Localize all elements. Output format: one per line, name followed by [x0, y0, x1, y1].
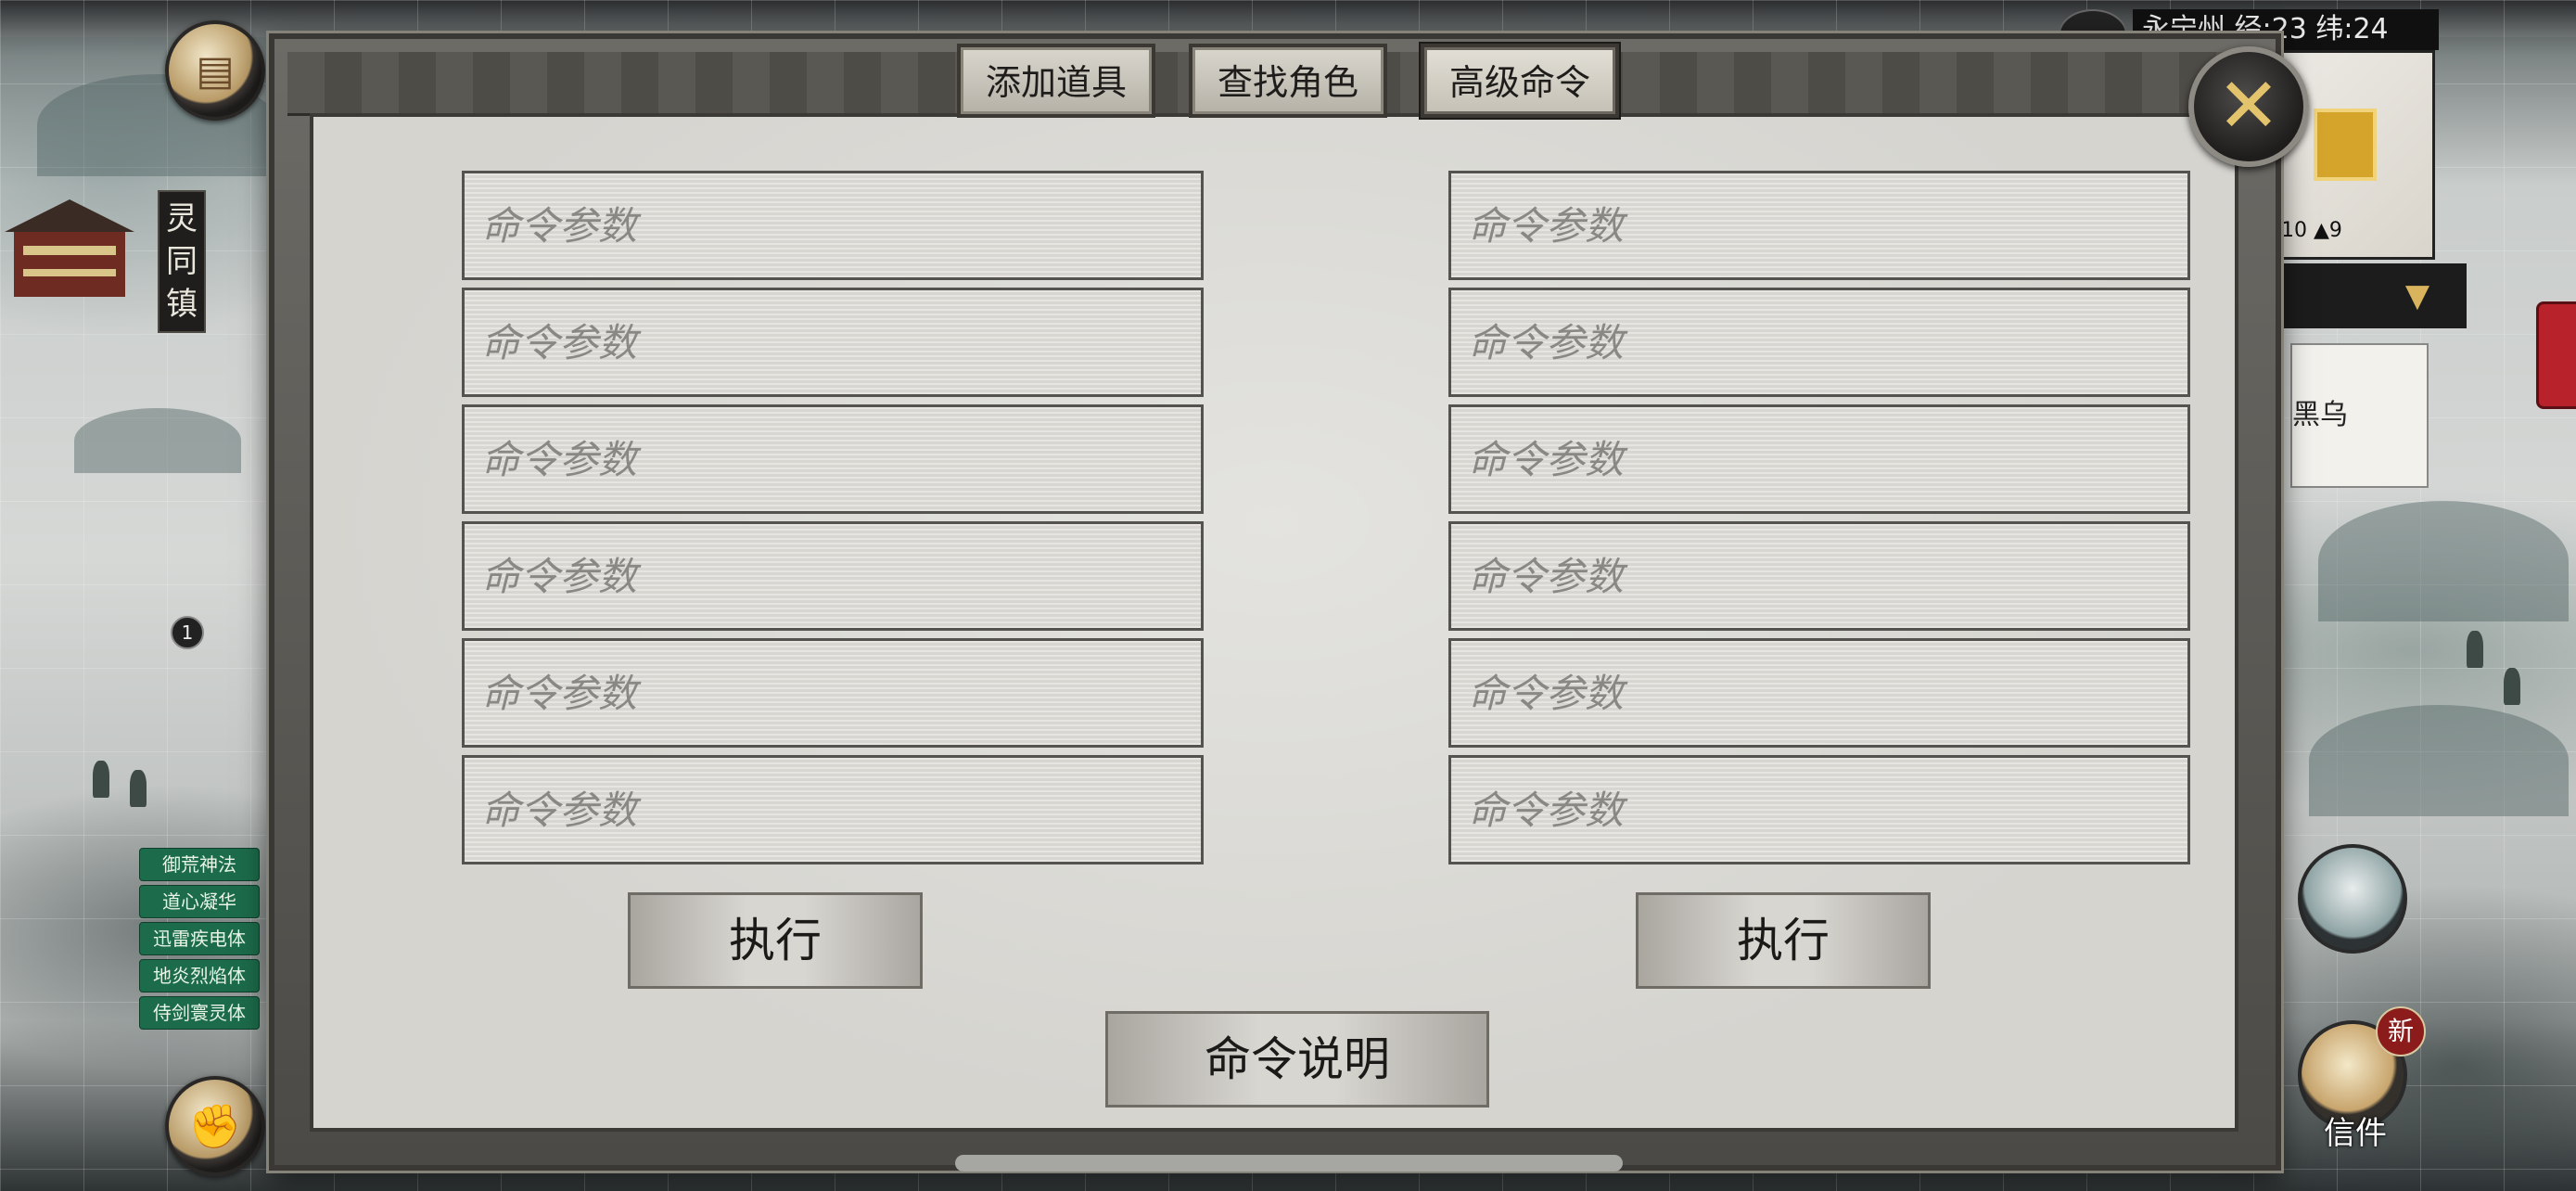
skill-item[interactable]: 道心凝华 [139, 885, 260, 918]
fox-icon[interactable] [2298, 844, 2407, 954]
tree [2504, 668, 2520, 705]
command-param-input-right-4[interactable] [1448, 521, 2190, 631]
command-param-input-right-5[interactable] [1448, 638, 2190, 748]
tab-advanced-command[interactable]: 高级命令 [1421, 44, 1619, 118]
execute-right-button[interactable]: 执行 [1636, 892, 1931, 989]
execute-left-button[interactable]: 执行 [628, 892, 923, 989]
tab-find-character[interactable]: 查找角色 [1189, 44, 1387, 118]
close-icon: ✕ [2216, 62, 2281, 150]
quest-book-icon[interactable] [2536, 301, 2576, 409]
command-param-input-left-2[interactable] [462, 288, 1204, 397]
close-button[interactable]: ✕ [2188, 46, 2309, 167]
skill-item[interactable]: 御荒神法 [139, 848, 260, 881]
mountain [2318, 501, 2569, 621]
minimap-stats: 10 ▲9 [2281, 219, 2342, 242]
tree [93, 761, 109, 798]
command-param-input-right-2[interactable] [1448, 288, 2190, 397]
skill-item[interactable]: 迅雷疾电体 [139, 922, 260, 955]
skill-list: 御荒神法 道心凝华 迅雷疾电体 地炎烈焰体 侍剑寰灵体 [139, 848, 260, 1033]
combat-button[interactable]: ✊ [165, 1076, 265, 1176]
command-param-input-left-6[interactable] [462, 755, 1204, 864]
command-param-input-right-1[interactable] [1448, 171, 2190, 280]
command-param-input-left-5[interactable] [462, 638, 1204, 748]
map-marker-badge[interactable]: 1 [171, 616, 204, 649]
book-icon: ▤ [196, 46, 235, 95]
npc-name: 黑乌 [2292, 399, 2348, 431]
chevron-down-icon: ▼ [2404, 277, 2429, 314]
tab-add-item[interactable]: 添加道具 [957, 44, 1155, 118]
mail-label: 信件 [2324, 1115, 2387, 1152]
command-param-input-left-3[interactable] [462, 404, 1204, 514]
tree [130, 770, 147, 807]
town-buildings-icon [5, 199, 134, 297]
minimap-marker [2314, 109, 2377, 181]
journal-button[interactable]: ▤ [165, 20, 265, 121]
mountain [2309, 705, 2569, 816]
command-param-input-right-6[interactable] [1448, 755, 2190, 864]
npc-name-card[interactable]: 黑乌 [2290, 343, 2429, 488]
dialog-bottom-handle [955, 1155, 1623, 1172]
tree [2467, 631, 2483, 668]
command-param-input-left-1[interactable] [462, 171, 1204, 280]
new-badge: 新 [2376, 1006, 2426, 1057]
fist-icon: ✊ [188, 1100, 242, 1151]
command-param-input-right-3[interactable] [1448, 404, 2190, 514]
skill-item[interactable]: 侍剑寰灵体 [139, 996, 260, 1030]
command-param-input-left-4[interactable] [462, 521, 1204, 631]
skill-item[interactable]: 地炎烈焰体 [139, 959, 260, 992]
mountain [74, 408, 241, 473]
town-name-label[interactable]: 灵同镇 [158, 190, 206, 333]
command-help-button[interactable]: 命令说明 [1105, 1011, 1489, 1108]
